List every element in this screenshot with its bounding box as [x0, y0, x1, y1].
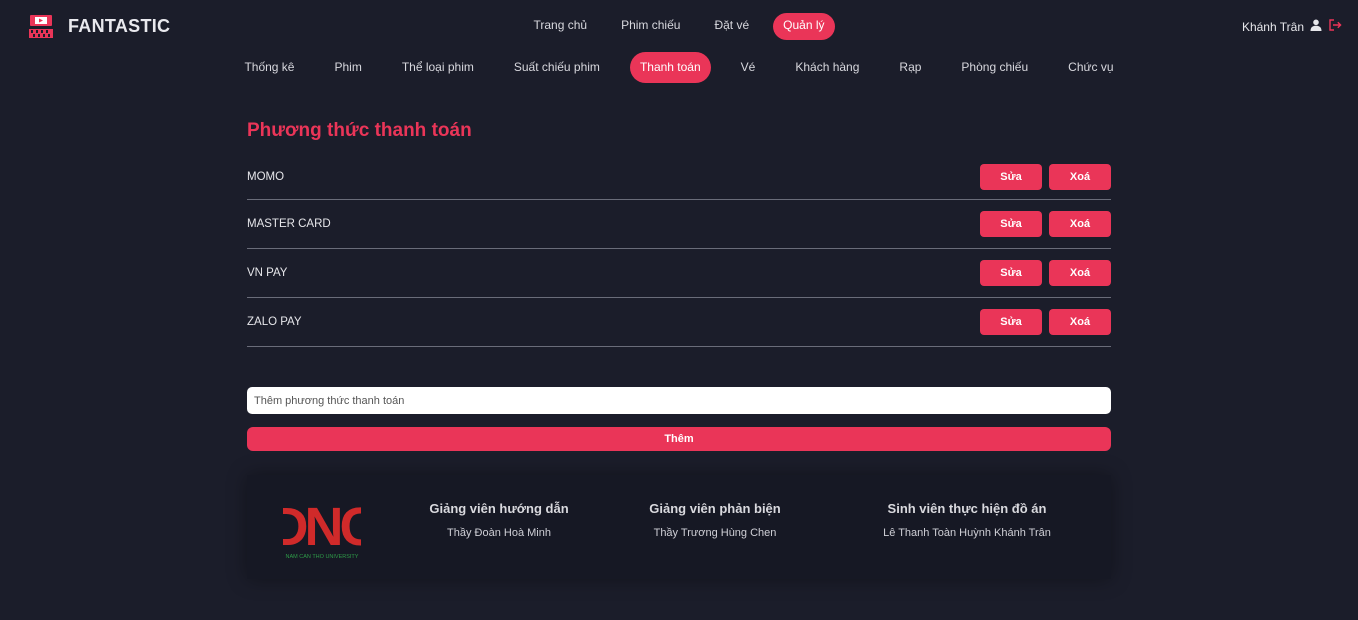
subnav-positions[interactable]: Chức vụ — [1058, 52, 1123, 83]
subnav-tickets[interactable]: Vé — [731, 52, 766, 83]
nav-movies-showing[interactable]: Phim chiếu — [611, 13, 690, 40]
page-title: Phương thức thanh toán — [247, 120, 472, 141]
payment-method-name: MASTER CARD — [247, 218, 331, 230]
delete-button[interactable]: Xoá — [1049, 309, 1111, 335]
svg-text:DNC: DNC — [283, 497, 361, 557]
footer-heading: Giảng viên hướng dẫn — [429, 501, 569, 516]
delete-button[interactable]: Xoá — [1049, 163, 1111, 190]
footer-heading: Giảng viên phản biện — [649, 501, 781, 516]
list-item: MOMO Sửa Xoá — [247, 154, 1111, 200]
footer: DNC NAM CAN THO UNIVERSITY Giảng viên hư… — [247, 475, 1111, 579]
subnav-statistics[interactable]: Thống kê — [234, 52, 304, 83]
university-logo: DNC NAM CAN THO UNIVERSITY — [270, 493, 382, 563]
payment-method-name: VN PAY — [247, 267, 288, 279]
subnav-payment[interactable]: Thanh toán — [629, 52, 711, 83]
edit-button[interactable]: Sửa — [980, 211, 1042, 237]
list-item: VN PAY Sửa Xoá — [247, 249, 1111, 298]
subnav-genres[interactable]: Thể loại phim — [392, 52, 484, 83]
top-nav: Trang chủ Phim chiếu Đặt vé Quản lý — [0, 13, 1358, 40]
subnav-cinemas[interactable]: Rạp — [889, 52, 931, 83]
delete-button[interactable]: Xoá — [1049, 260, 1111, 286]
edit-button[interactable]: Sửa — [980, 309, 1042, 335]
footer-students: Sinh viên thực hiện đồ án Lê Thanh Toàn … — [857, 501, 1077, 539]
footer-reviewer: Giảng viên phản biện Thầy Trương Hùng Ch… — [637, 501, 793, 539]
footer-value: Thầy Đoàn Hoà Minh — [447, 527, 551, 539]
user-name[interactable]: Khánh Trân — [1242, 20, 1304, 34]
nav-home[interactable]: Trang chủ — [523, 13, 597, 40]
add-payment-method-input[interactable] — [247, 387, 1111, 414]
subnav-showtimes[interactable]: Suất chiếu phim — [504, 52, 610, 83]
edit-button[interactable]: Sửa — [980, 163, 1042, 190]
svg-text:NAM CAN THO UNIVERSITY: NAM CAN THO UNIVERSITY — [286, 554, 359, 560]
subnav-customers[interactable]: Khách hàng — [785, 52, 869, 83]
list-item: ZALO PAY Sửa Xoá — [247, 298, 1111, 347]
subnav-rooms[interactable]: Phòng chiếu — [951, 52, 1038, 83]
user-menu: Khánh Trân — [1242, 19, 1342, 34]
user-icon[interactable] — [1310, 19, 1322, 34]
payment-method-name: ZALO PAY — [247, 316, 302, 328]
footer-heading: Sinh viên thực hiện đồ án — [887, 501, 1047, 516]
add-button[interactable]: Thêm — [247, 427, 1111, 451]
nav-manage[interactable]: Quản lý — [773, 13, 835, 40]
delete-button[interactable]: Xoá — [1049, 211, 1111, 237]
nav-book-ticket[interactable]: Đặt vé — [704, 13, 759, 40]
list-item: MASTER CARD Sửa Xoá — [247, 200, 1111, 249]
payment-method-list: MOMO Sửa Xoá MASTER CARD Sửa Xoá VN PAY … — [247, 154, 1111, 347]
footer-instructor: Giảng viên hướng dẫn Thầy Đoàn Hoà Minh — [421, 501, 577, 539]
edit-button[interactable]: Sửa — [980, 260, 1042, 286]
footer-value: Thầy Trương Hùng Chen — [653, 527, 777, 539]
payment-methods-panel: Phương thức thanh toán MOMO Sửa Xoá MAST… — [247, 120, 1111, 451]
subnav-movies[interactable]: Phim — [324, 52, 371, 83]
footer-value: Lê Thanh Toàn Huỳnh Khánh Trân — [883, 527, 1051, 539]
admin-subnav: Thống kê Phim Thể loại phim Suất chiếu p… — [0, 52, 1358, 83]
logout-icon[interactable] — [1328, 19, 1342, 34]
payment-method-name: MOMO — [247, 170, 285, 183]
